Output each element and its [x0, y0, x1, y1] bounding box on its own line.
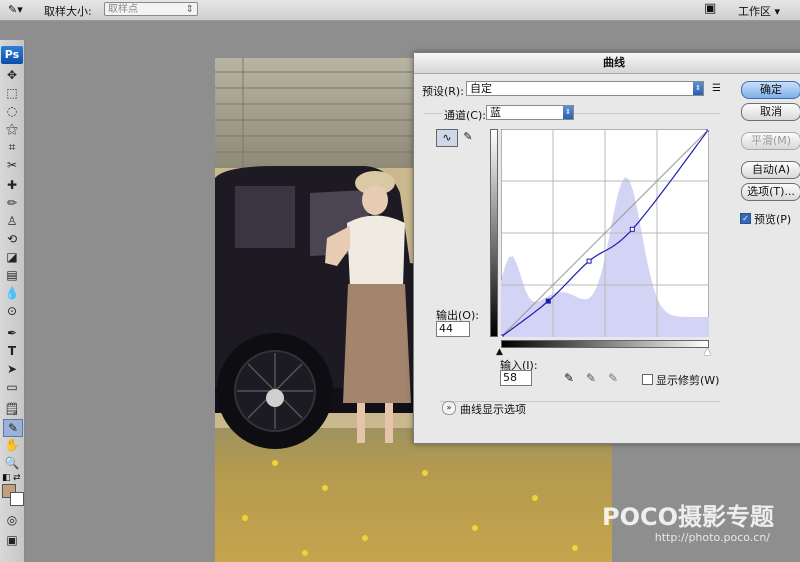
curve-graph[interactable]: [501, 129, 709, 337]
curve-control-point[interactable]: [706, 129, 709, 132]
curve-control-point[interactable]: [501, 334, 504, 337]
move-tool-icon[interactable]: ✥: [3, 67, 21, 83]
history-brush-tool-icon[interactable]: ⟲: [3, 231, 21, 247]
pen-tool-icon[interactable]: ✒: [3, 325, 21, 341]
blur-tool-icon[interactable]: 💧: [3, 285, 21, 301]
cancel-button[interactable]: 取消: [741, 103, 800, 121]
auto-button[interactable]: 自动(A): [741, 161, 800, 179]
poco-watermark: POCO摄影专题: [601, 503, 774, 531]
output-field[interactable]: 44: [436, 321, 470, 337]
show-clipping-label: 显示修剪(W): [656, 374, 720, 387]
crop-tool-icon[interactable]: ⌗: [3, 139, 21, 155]
input-field[interactable]: 58: [500, 370, 532, 386]
background-color-swatch[interactable]: [10, 492, 24, 506]
chevron-down-icon: ⇕: [693, 82, 703, 95]
path-selection-tool-icon[interactable]: ➤: [3, 361, 21, 377]
workspace-label: 工作区: [738, 5, 771, 18]
shape-tool-icon[interactable]: ▭: [3, 379, 21, 395]
brush-tool-icon[interactable]: ✏: [3, 195, 21, 211]
screen-mode-icon[interactable]: ▣: [3, 532, 21, 548]
marquee-tool-icon[interactable]: ⬚: [3, 85, 21, 101]
curves-dialog: 曲线 预设(R): 自定 ⇕ ☰ 通道(C): 蓝 ⇕ ∿ ✎ ▲ ▲ 输出(O…: [413, 52, 800, 444]
gray-eyedropper-icon[interactable]: ✎: [586, 371, 596, 385]
type-tool-icon[interactable]: T: [3, 343, 21, 359]
preset-options-icon[interactable]: ☰: [712, 83, 721, 94]
preset-value: 自定: [470, 82, 492, 95]
bridge-icon[interactable]: ▣: [704, 1, 716, 16]
eyedropper-tool-icon[interactable]: ✎▾: [8, 3, 23, 16]
black-eyedropper-icon[interactable]: ✎: [564, 371, 574, 385]
preset-label: 预设(R):: [422, 85, 464, 98]
preview-label: 预览(P): [754, 213, 792, 226]
gradient-tool-icon[interactable]: ▤: [3, 267, 21, 283]
quick-mask-icon[interactable]: ◎: [3, 512, 21, 528]
curve-control-point[interactable]: [629, 226, 635, 232]
eraser-tool-icon[interactable]: ◪: [3, 249, 21, 265]
dodge-tool-icon[interactable]: ⊙: [3, 303, 21, 319]
sample-size-value: 取样点: [108, 4, 138, 15]
channel-value: 蓝: [490, 106, 501, 119]
notes-tool-icon[interactable]: 🗒: [3, 401, 21, 417]
hand-tool-icon[interactable]: ✋: [3, 437, 21, 453]
options-button[interactable]: 选项(T)...: [741, 183, 800, 201]
smooth-button[interactable]: 平滑(M): [741, 132, 800, 150]
chevron-down-icon: ⇕: [185, 4, 194, 15]
pencil-draw-tool-icon[interactable]: ✎: [460, 129, 476, 145]
sample-size-select[interactable]: 取样点 ⇕: [104, 2, 198, 16]
curve-point-tool-icon[interactable]: ∿: [436, 129, 458, 147]
input-gradient-bar: [501, 340, 709, 348]
slice-tool-icon[interactable]: ✂: [3, 157, 21, 173]
options-bar: ✎▾ 取样大小: 取样点 ⇕ ▣ 工作区 ▾: [0, 0, 800, 21]
magic-wand-tool-icon[interactable]: ⚝: [3, 121, 21, 137]
black-point-slider-icon[interactable]: ▲: [496, 347, 503, 357]
white-eyedropper-icon[interactable]: ✎: [608, 371, 618, 385]
dialog-title: 曲线: [414, 53, 800, 74]
curve-control-point[interactable]: [586, 258, 592, 264]
swap-colors-icon[interactable]: ⇄: [13, 473, 21, 483]
show-clipping-checkbox[interactable]: [642, 374, 653, 385]
ok-button[interactable]: 确定: [741, 81, 800, 99]
workspace-menu[interactable]: 工作区 ▾: [738, 3, 780, 19]
sample-size-label: 取样大小:: [44, 5, 92, 18]
preview-checkbox[interactable]: ✓: [740, 213, 751, 224]
curve-options-label[interactable]: 曲线显示选项: [460, 401, 526, 417]
white-point-slider-icon[interactable]: ▲: [704, 347, 711, 357]
curve-control-point[interactable]: [545, 298, 551, 304]
clone-stamp-tool-icon[interactable]: ♙: [3, 213, 21, 229]
channel-label: 通道(C):: [442, 107, 488, 123]
eyedropper-tool-active-icon[interactable]: ✎: [3, 419, 23, 437]
healing-brush-tool-icon[interactable]: ✚: [3, 177, 21, 193]
default-colors-icon[interactable]: ◧: [2, 473, 11, 483]
expand-chevron-icon[interactable]: »: [442, 401, 456, 415]
output-gradient-bar: [490, 129, 498, 337]
toolbox: Ps ✥ ⬚ ◌ ⚝ ⌗ ✂ ✚ ✏ ♙ ⟲ ◪ ▤ 💧 ⊙ ✒ T ➤ ▭ 🗒…: [0, 40, 25, 562]
photoshop-logo: Ps: [1, 46, 23, 64]
lasso-tool-icon[interactable]: ◌: [3, 103, 21, 119]
zoom-tool-icon[interactable]: 🔍: [3, 455, 21, 471]
channel-select[interactable]: 蓝 ⇕: [486, 105, 574, 120]
chevron-down-icon: ⇕: [563, 106, 573, 119]
poco-watermark-url: http://photo.poco.cn/: [654, 531, 770, 544]
preset-select[interactable]: 自定 ⇕: [466, 81, 704, 96]
